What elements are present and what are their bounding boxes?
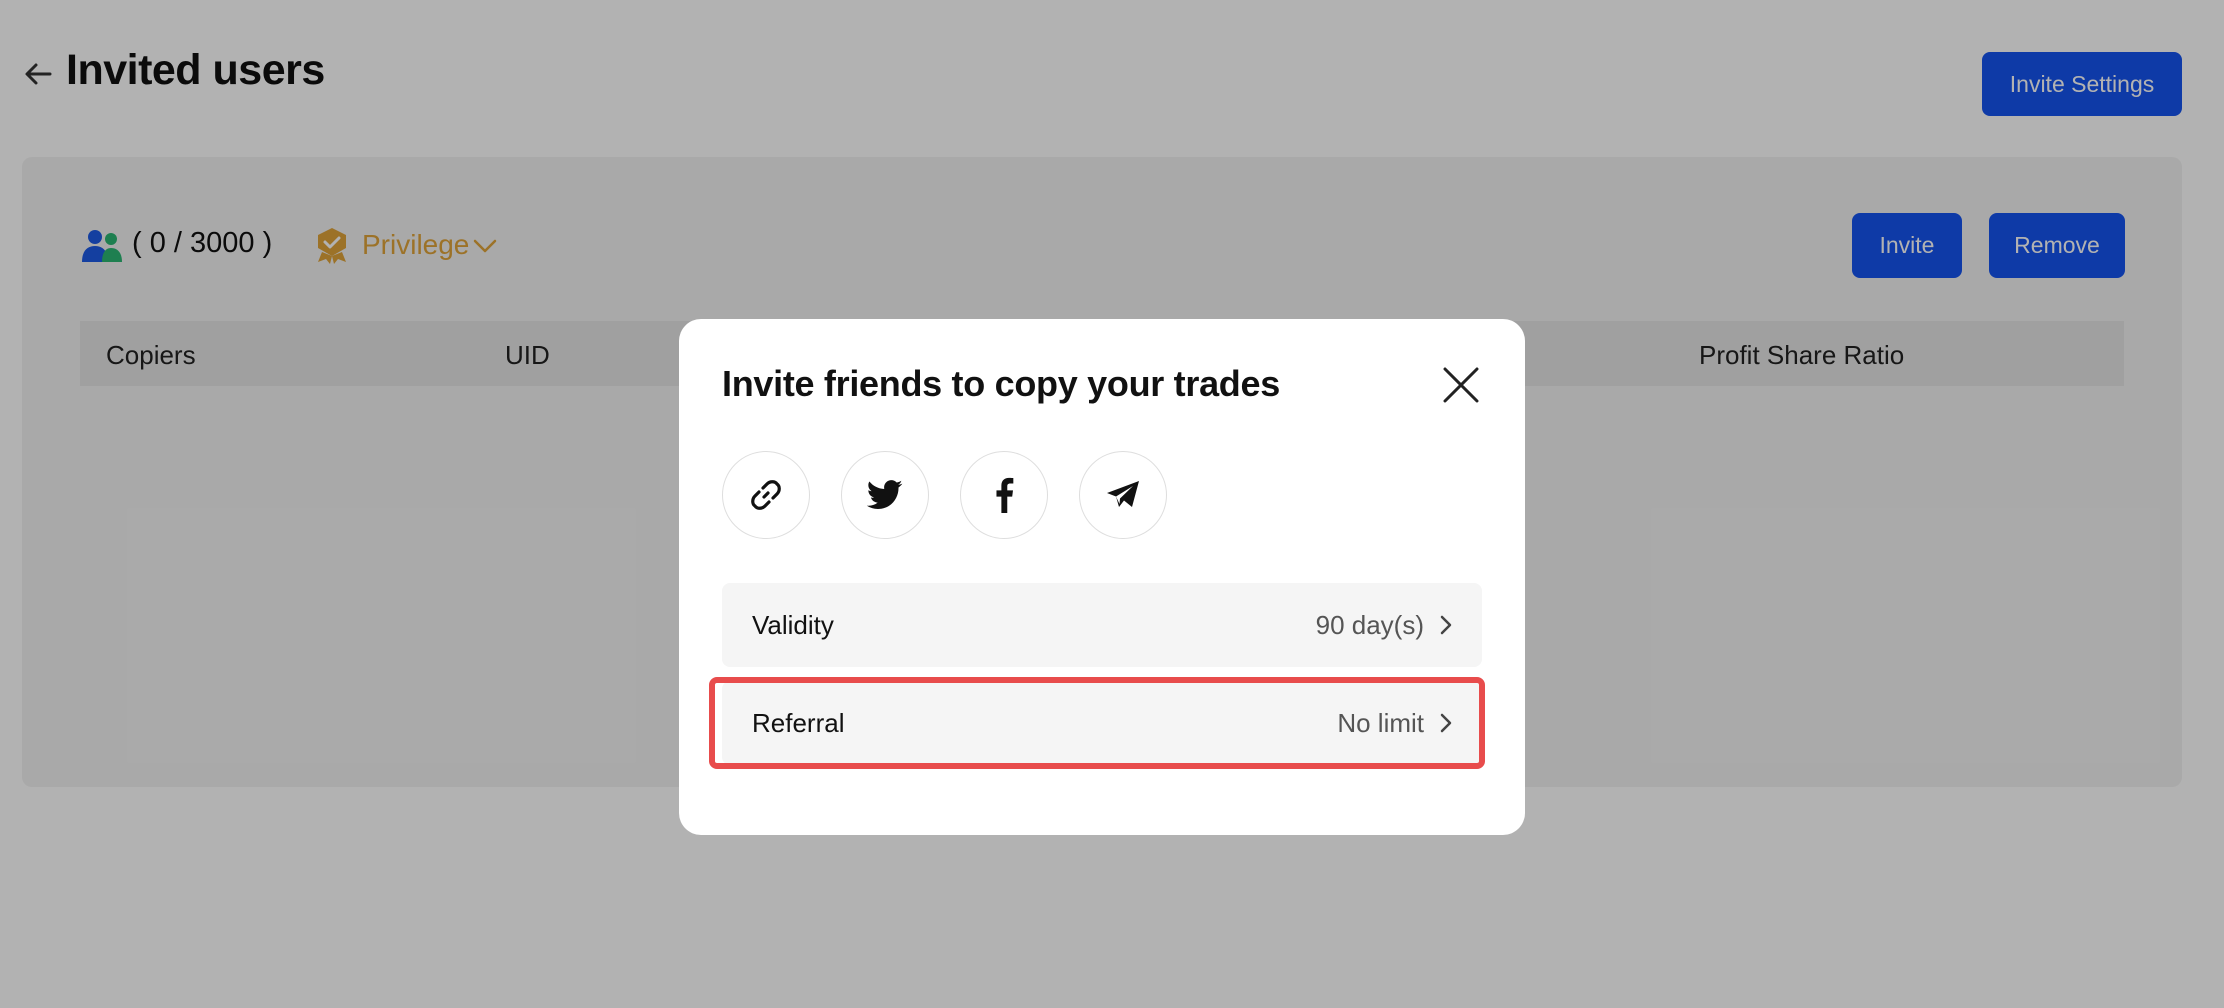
twitter-icon bbox=[867, 480, 903, 509]
share-telegram-button[interactable] bbox=[1079, 451, 1167, 539]
validity-label: Validity bbox=[752, 610, 834, 640]
referral-highlight-box bbox=[709, 677, 1485, 769]
validity-row[interactable]: Validity 90 day(s) bbox=[722, 583, 1482, 667]
chevron-right-icon bbox=[1440, 615, 1452, 635]
telegram-icon bbox=[1107, 481, 1139, 507]
invite-friends-modal: Invite friends to copy your trades Valid… bbox=[679, 319, 1525, 835]
close-icon[interactable] bbox=[1441, 365, 1481, 405]
facebook-icon bbox=[996, 477, 1014, 513]
modal-title: Invite friends to copy your trades bbox=[722, 363, 1280, 404]
link-icon bbox=[751, 480, 781, 510]
share-facebook-button[interactable] bbox=[960, 451, 1048, 539]
share-twitter-button[interactable] bbox=[841, 451, 929, 539]
validity-value: 90 day(s) bbox=[1315, 610, 1424, 640]
copy-link-button[interactable] bbox=[722, 451, 810, 539]
